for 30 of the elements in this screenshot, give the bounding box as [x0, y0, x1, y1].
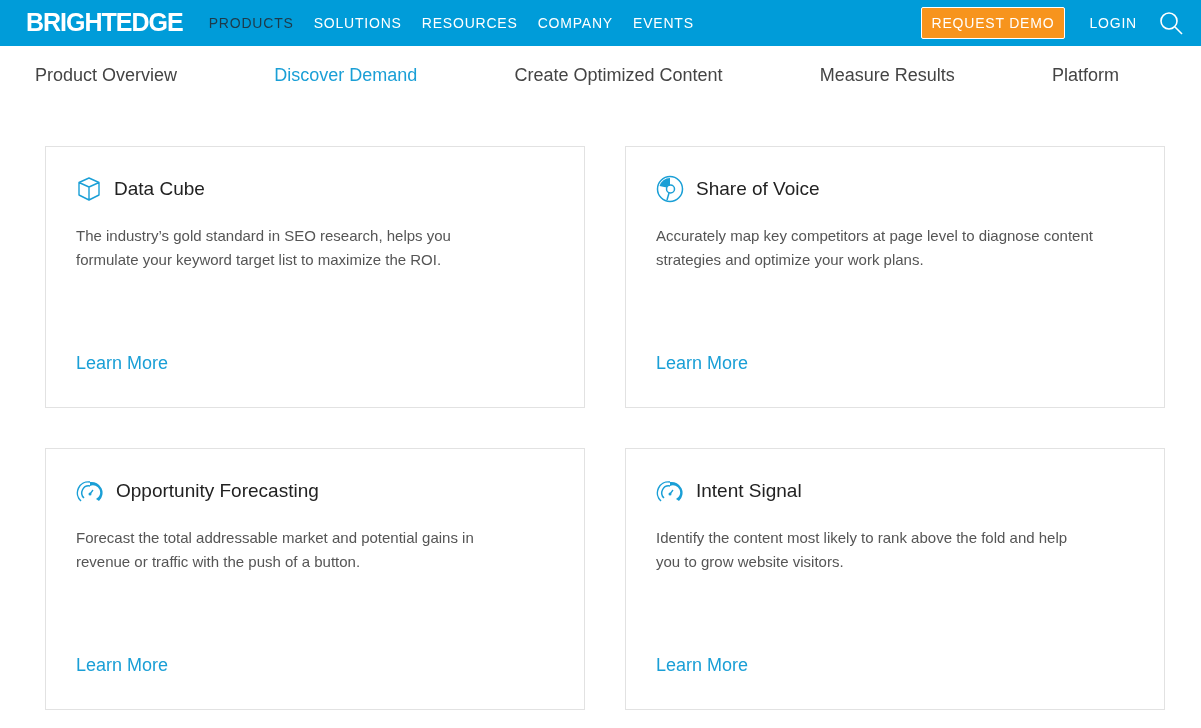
sub-nav-tab[interactable]: Platform	[1051, 61, 1119, 89]
pie-chart-icon	[656, 175, 684, 204]
nav-link[interactable]: PRODUCTS	[208, 12, 294, 34]
card-description: Identify the content most likely to rank above the fold and help you to grow website visitors.	[656, 527, 1069, 572]
nav-link[interactable]: EVENTS	[633, 12, 694, 34]
nav-link[interactable]: COMPANY	[537, 12, 613, 34]
sub-nav-tab[interactable]: Product Overview	[35, 61, 178, 89]
brand-logo[interactable]: BRIGHTEDGE	[26, 4, 183, 42]
card-title: Opportunity Forecasting	[116, 479, 319, 503]
nav-link[interactable]: SOLUTIONS	[313, 12, 402, 34]
learn-more-link[interactable]: Learn More	[656, 350, 749, 377]
cube-icon	[76, 176, 102, 203]
card-title: Data Cube	[114, 177, 205, 201]
nav-link[interactable]: RESOURCES	[421, 12, 518, 34]
card-description: Accurately map key competitors at page level to diagnose content strategies and optimize your work plans.	[656, 225, 1094, 270]
card-description: The industry’s gold standard in SEO research, helps you formulate your keyword target list to maximize the ROI.	[76, 225, 452, 270]
learn-more-link[interactable]: Learn More	[76, 652, 169, 679]
sub-nav-tab[interactable]: Discover Demand	[274, 61, 418, 89]
sub-nav-tab[interactable]: Measure Results	[819, 61, 955, 89]
sub-nav-tab[interactable]: Create Optimized Content	[514, 61, 723, 89]
card-description: Forecast the total addressable market and potential gains in revenue or traffic with the push of a button.	[76, 527, 475, 572]
search-icon[interactable]	[1159, 11, 1183, 35]
login-link[interactable]: LOGIN	[1089, 12, 1137, 34]
card-title: Intent Signal	[696, 479, 802, 503]
gauge-icon	[656, 479, 684, 504]
request-demo-button[interactable]: REQUEST DEMO	[920, 7, 1066, 39]
gauge-icon	[76, 479, 104, 504]
learn-more-link[interactable]: Learn More	[656, 652, 749, 679]
learn-more-link[interactable]: Learn More	[76, 350, 169, 377]
card-title: Share of Voice	[696, 177, 820, 201]
